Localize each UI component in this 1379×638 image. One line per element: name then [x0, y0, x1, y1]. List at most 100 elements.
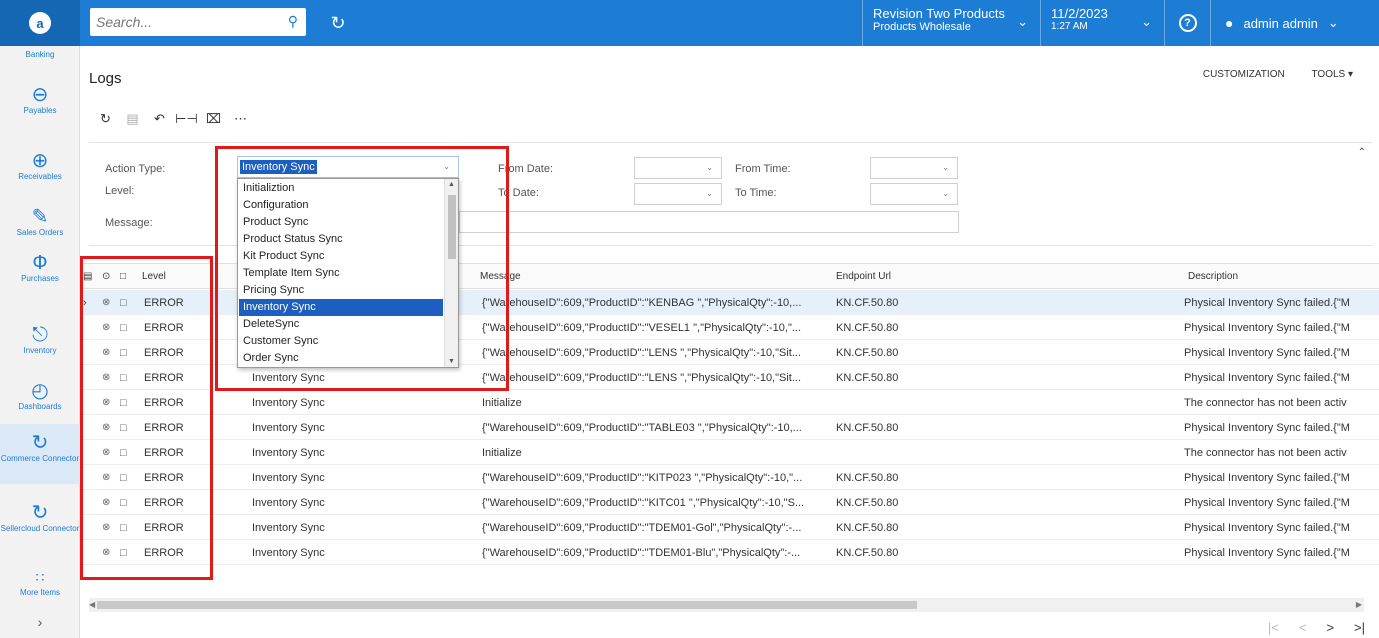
action-type-cell: Inventory Sync — [252, 547, 325, 559]
sidebar-item-payables[interactable]: ⊖ Payables — [0, 80, 80, 124]
fit-width-button[interactable]: ⊢⊣ — [173, 108, 200, 130]
business-date: 11/2/2023 — [1051, 6, 1108, 21]
chevron-right-icon: › — [37, 614, 43, 630]
sidebar-item-sales-orders[interactable]: ✎ Sales Orders — [0, 202, 80, 246]
message-cell: {"WarehouseID":609,"ProductID":"TDEM01-B… — [482, 547, 801, 559]
from-date-input[interactable]: ⌄ — [634, 157, 722, 179]
user-icon: ● — [1225, 15, 1234, 31]
minus-circle-icon: ⊖ — [31, 84, 49, 106]
user-menu[interactable]: ● admin admin ⌄ — [1210, 0, 1379, 46]
sidebar-item-more-items[interactable]: ∷ More Items — [0, 562, 80, 606]
description-cell: The connector has not been activ — [1184, 397, 1347, 409]
app-logo[interactable]: a — [0, 0, 80, 46]
message-label: Message: — [105, 217, 153, 229]
more-button[interactable]: ⋯ — [227, 108, 254, 130]
highlight-dropdown-box — [215, 146, 509, 391]
chevron-down-icon: ⌄ — [706, 189, 713, 198]
sidebar-item-dashboards[interactable]: ◴ Dashboards — [0, 376, 80, 420]
sidebar-item-label: Banking — [25, 50, 55, 59]
acumatica-logo-icon: a — [29, 12, 51, 34]
sidebar-item-receivables[interactable]: ⊕ Receivables — [0, 146, 80, 190]
grid-icon: ∷ — [35, 569, 45, 585]
first-page-icon[interactable]: |< — [1268, 620, 1279, 635]
table-row[interactable]: ⊗□ERRORInventory Sync{"WarehouseID":609,… — [80, 465, 1379, 490]
description-cell: Physical Inventory Sync failed.{"M — [1184, 322, 1350, 334]
message-cell: Initialize — [482, 397, 522, 409]
action-type-cell: Inventory Sync — [252, 472, 325, 484]
toolbar: ↻ ▤ ↶ ⊢⊣ ⌧ ⋯ — [92, 108, 254, 130]
refresh-icon: ↻ — [100, 111, 111, 126]
action-type-cell: Inventory Sync — [252, 522, 325, 534]
prev-page-icon[interactable]: < — [1299, 620, 1307, 635]
table-row[interactable]: ⊗□ERRORInventory Sync{"WarehouseID":609,… — [80, 540, 1379, 565]
sidebar-expand-button[interactable]: › — [0, 614, 80, 630]
scroll-right-icon[interactable]: ▶ — [1356, 598, 1362, 612]
to-time-label: To Time: — [735, 187, 777, 199]
history-icon[interactable]: ↻ — [325, 10, 351, 36]
sidebar-item-commerce-connector[interactable]: ↻ Commerce Connector — [0, 424, 80, 484]
message-input[interactable] — [459, 211, 959, 233]
sidebar-item-label: Sales Orders — [16, 228, 64, 237]
help-button[interactable]: ? — [1164, 0, 1210, 46]
sidebar: Banking ⊖ Payables ⊕ Receivables ✎ Sales… — [0, 46, 80, 638]
table-row[interactable]: ⊗□ERRORInventory Sync{"WarehouseID":609,… — [80, 490, 1379, 515]
undo-icon: ↶ — [154, 111, 165, 126]
date-selector[interactable]: 11/2/2023 1:27 AM ⌄ — [1040, 0, 1164, 46]
to-date-input[interactable]: ⌄ — [634, 183, 722, 205]
message-cell: {"WarehouseID":609,"ProductID":"LENS ","… — [482, 372, 802, 384]
tools-menu[interactable]: TOOLS ▾ — [1311, 69, 1353, 80]
endpoint-cell: KN.CF.50.80 — [836, 422, 899, 434]
page-title: Logs — [89, 70, 122, 87]
description-header[interactable]: Description — [1188, 271, 1238, 282]
highlight-level-box — [80, 256, 213, 580]
description-cell: Physical Inventory Sync failed.{"M — [1184, 497, 1350, 509]
scroll-left-icon[interactable]: ◀ — [89, 598, 95, 612]
action-type-cell: Inventory Sync — [252, 397, 325, 409]
refresh-button[interactable]: ↻ — [92, 108, 119, 130]
top-bar: a ⚲ ↻ Revision Two Products Products Who… — [0, 0, 1379, 46]
search-input[interactable] — [90, 8, 270, 36]
message-cell: {"WarehouseID":609,"ProductID":"KITP023 … — [482, 472, 803, 484]
table-row[interactable]: ⊗ □ ERROR Inventory Sync Initialize The conne… — [80, 440, 1379, 465]
export-excel-button[interactable]: ⌧ — [200, 108, 227, 130]
company-selector[interactable]: Revision Two Products Products Wholesale… — [862, 0, 1040, 46]
sidebar-item-banking[interactable]: Banking — [0, 50, 80, 60]
sidebar-item-inventory[interactable]: ⎋ Inventory — [0, 320, 80, 364]
chevron-down-icon: ⌄ — [1141, 14, 1152, 29]
table-row[interactable]: ⊗□ERRORInventory Sync{"WarehouseID":609,… — [80, 415, 1379, 440]
message-cell: {"WarehouseID":609,"ProductID":"TDEM01-G… — [482, 522, 802, 534]
sidebar-item-label: Inventory — [23, 346, 57, 355]
fit-width-icon: ⊢⊣ — [175, 111, 198, 126]
chevron-up-icon[interactable]: ⌃ — [1358, 147, 1366, 158]
more-icon: ⋯ — [234, 111, 247, 126]
chevron-down-icon: ⌄ — [706, 163, 713, 172]
search-icon[interactable]: ⚲ — [288, 13, 298, 30]
scrollbar-thumb[interactable] — [97, 601, 917, 609]
sidebar-item-purchases[interactable]: Ф Purchases — [0, 246, 80, 296]
table-row[interactable]: ⊗□ERRORInventory Sync{"WarehouseID":609,… — [80, 515, 1379, 540]
endpoint-cell: KN.CF.50.80 — [836, 497, 899, 509]
company-name: Revision Two Products — [873, 6, 1005, 21]
table-row[interactable]: ⊗ □ ERROR Inventory Sync Initialize The conne… — [80, 390, 1379, 415]
next-page-icon[interactable]: > — [1326, 620, 1334, 635]
message-cell: Initialize — [482, 447, 522, 459]
customization-menu[interactable]: CUSTOMIZATION — [1203, 69, 1285, 80]
business-time: 1:27 AM — [1051, 21, 1088, 32]
help-icon: ? — [1178, 14, 1197, 32]
pencil-icon: ✎ — [31, 206, 49, 228]
description-cell: Physical Inventory Sync failed.{"M — [1184, 297, 1350, 309]
excel-icon: ⌧ — [206, 111, 221, 126]
endpoint-header[interactable]: Endpoint Url — [836, 271, 891, 282]
last-page-icon[interactable]: >| — [1354, 620, 1365, 635]
horizontal-scrollbar[interactable]: ◀ ▶ — [89, 598, 1364, 612]
search-box[interactable]: ⚲ — [90, 8, 306, 36]
message-cell: {"WarehouseID":609,"ProductID":"VESEL1 "… — [482, 322, 802, 334]
sidebar-item-sellercloud-connector[interactable]: ↻ Sellercloud Connector — [0, 496, 80, 556]
message-cell: {"WarehouseID":609,"ProductID":"LENS ","… — [482, 347, 802, 359]
description-cell: Physical Inventory Sync failed.{"M — [1184, 547, 1350, 559]
from-time-input[interactable]: ⌄ — [870, 157, 958, 179]
save-button[interactable]: ▤ — [119, 108, 146, 130]
undo-button[interactable]: ↶ — [146, 108, 173, 130]
message-cell: {"WarehouseID":609,"ProductID":"KENBAG "… — [482, 297, 802, 309]
to-time-input[interactable]: ⌄ — [870, 183, 958, 205]
